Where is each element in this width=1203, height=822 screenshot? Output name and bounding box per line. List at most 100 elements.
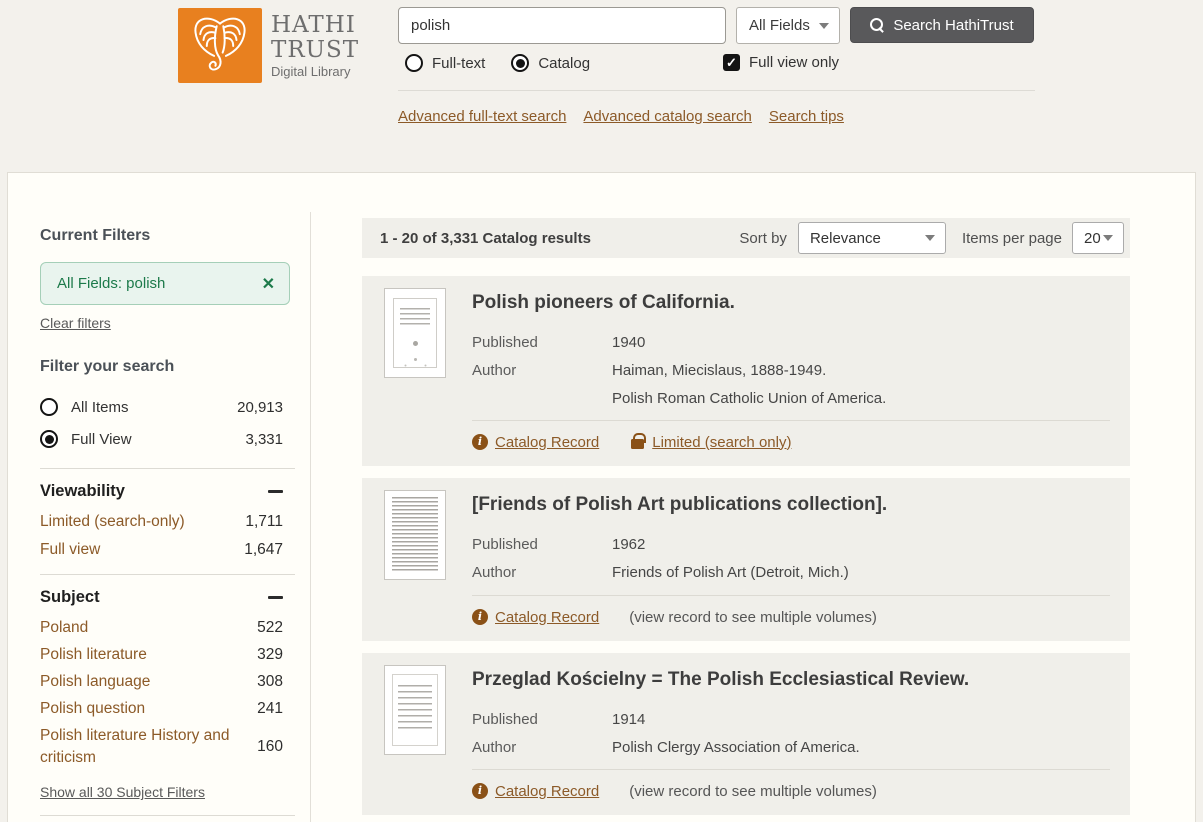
result-card: Polish pioneers of California. Published… bbox=[362, 276, 1130, 466]
card-divider bbox=[472, 769, 1110, 770]
section-divider bbox=[40, 468, 295, 469]
facet-row: Full view 1,647 bbox=[40, 539, 283, 561]
advanced-full-text-search-link[interactable]: Advanced full-text search bbox=[398, 108, 566, 125]
facet-link[interactable]: Polish literature History and criticism bbox=[40, 725, 240, 769]
result-title[interactable]: [Friends of Polish Art publications coll… bbox=[472, 494, 1110, 516]
result-details: [Friends of Polish Art publications coll… bbox=[472, 490, 1110, 628]
radio-icon[interactable] bbox=[40, 398, 58, 416]
footer-link-label[interactable]: Limited (search only) bbox=[652, 434, 791, 451]
active-filter-chip[interactable]: All Fields: polish ✕ bbox=[40, 262, 290, 305]
elephant-icon bbox=[194, 17, 246, 71]
search-type-label: Catalog bbox=[538, 54, 591, 72]
advanced-catalog-search-link[interactable]: Advanced catalog search bbox=[583, 108, 751, 125]
published-row: Published 1962 bbox=[472, 531, 1110, 559]
multiple-volumes-note: (view record to see multiple volumes) bbox=[629, 782, 877, 800]
filter-option-count: 20,913 bbox=[237, 398, 283, 416]
facet-link[interactable]: Limited (search-only) bbox=[40, 511, 185, 533]
published-value: 1940 bbox=[612, 334, 646, 351]
radio-selected-icon[interactable] bbox=[40, 430, 58, 448]
author-label: Author bbox=[472, 564, 517, 581]
filter-option-label: All Items bbox=[71, 398, 129, 416]
brand-wordmark[interactable]: HATHI TRUST Digital Library bbox=[271, 13, 359, 80]
facet-count: 308 bbox=[257, 673, 283, 690]
card-divider bbox=[472, 595, 1110, 596]
info-icon bbox=[472, 434, 488, 450]
checkbox-checked-icon[interactable] bbox=[723, 54, 740, 71]
search-type-full-text[interactable]: Full-text bbox=[405, 54, 485, 72]
search-input[interactable] bbox=[398, 7, 726, 44]
subject-section-header: Subject bbox=[40, 588, 283, 607]
filter-your-search-title: Filter your search bbox=[40, 358, 175, 375]
facet-row: Polish literature History and criticism 1… bbox=[40, 725, 283, 769]
footer-link-label[interactable]: Catalog Record bbox=[495, 609, 599, 626]
search-icon bbox=[870, 17, 885, 33]
items-per-page-label: Items per page bbox=[961, 229, 1062, 247]
brand-tagline: Digital Library bbox=[271, 64, 351, 79]
author-list: Friends of Polish Art (Detroit, Mich.) bbox=[612, 559, 849, 587]
show-all-subjects-link[interactable]: Show all 30 Subject Filters bbox=[40, 784, 205, 800]
author-row: Author Polish Clergy Association of Amer… bbox=[472, 734, 1110, 762]
footer-link-label[interactable]: Catalog Record bbox=[495, 783, 599, 800]
facet-count: 329 bbox=[257, 646, 283, 663]
book-thumbnail[interactable] bbox=[384, 288, 446, 378]
result-details: Przeglad Kościelny = The Polish Ecclesia… bbox=[472, 665, 1110, 802]
footer-link-label[interactable]: Catalog Record bbox=[495, 434, 599, 451]
sort-select[interactable]: Relevance bbox=[797, 222, 946, 254]
field-select-value: All Fields bbox=[749, 17, 810, 34]
facet-link[interactable]: Full view bbox=[40, 539, 100, 561]
facet-row: Polish literature 329 bbox=[40, 644, 283, 666]
filter-option-all-items[interactable]: All Items 20,913 bbox=[40, 391, 283, 423]
thumbnail-page bbox=[385, 491, 445, 579]
section-divider bbox=[40, 574, 295, 575]
hathitrust-logo[interactable] bbox=[178, 8, 262, 83]
search-type-catalog[interactable]: Catalog bbox=[511, 54, 590, 72]
info-icon bbox=[472, 783, 488, 799]
facet-link[interactable]: Polish language bbox=[40, 671, 150, 693]
facet-count: 522 bbox=[257, 619, 283, 636]
search-tips-link[interactable]: Search tips bbox=[769, 108, 844, 125]
search-type-label: Full-text bbox=[432, 54, 486, 72]
filter-option-full-view[interactable]: Full View 3,331 bbox=[40, 423, 283, 455]
published-value: 1962 bbox=[612, 536, 646, 553]
results-summary: 1 - 20 of 3,331 Catalog results bbox=[380, 229, 591, 247]
collapse-icon[interactable] bbox=[268, 490, 283, 493]
catalog-record-link[interactable]: Catalog Record bbox=[472, 434, 599, 451]
author-label: Author bbox=[472, 739, 517, 756]
remove-filter-icon[interactable]: ✕ bbox=[262, 274, 275, 294]
availability-link[interactable]: Limited (search only) bbox=[629, 432, 791, 451]
full-view-only-option[interactable]: Full view only bbox=[723, 54, 839, 71]
field-select[interactable]: All Fields bbox=[736, 7, 840, 44]
chevron-down-icon bbox=[924, 235, 935, 241]
facet-count: 1,647 bbox=[244, 541, 283, 558]
result-title[interactable]: Przeglad Kościelny = The Polish Ecclesia… bbox=[472, 669, 1110, 691]
card-footer: Catalog Record (view record to see multip… bbox=[472, 606, 1110, 628]
radio-selected-icon[interactable] bbox=[511, 54, 530, 72]
facet-link[interactable]: Polish literature bbox=[40, 644, 147, 666]
lock-icon bbox=[631, 432, 647, 449]
facet-count: 1,711 bbox=[245, 513, 283, 530]
brand-line-1: HATHI bbox=[271, 12, 356, 38]
book-thumbnail[interactable] bbox=[384, 490, 446, 580]
facet-link[interactable]: Poland bbox=[40, 617, 88, 639]
full-view-only-label: Full view only bbox=[749, 54, 840, 71]
author-label: Author bbox=[472, 362, 517, 379]
catalog-record-link[interactable]: Catalog Record bbox=[472, 609, 599, 626]
result-title[interactable]: Polish pioneers of California. bbox=[472, 292, 1110, 314]
result-details: Polish pioneers of California. Published… bbox=[472, 288, 1110, 453]
book-thumbnail[interactable] bbox=[384, 665, 446, 755]
search-button[interactable]: Search HathiTrust bbox=[850, 7, 1034, 43]
chevron-down-icon bbox=[819, 22, 829, 29]
viewability-list: Limited (search-only) 1,711 Full view 1,647 bbox=[40, 511, 295, 561]
collapse-icon[interactable] bbox=[268, 596, 283, 599]
published-row: Published 1940 bbox=[472, 329, 1110, 357]
author-list: Polish Clergy Association of America. bbox=[612, 734, 860, 762]
clear-filters-link[interactable]: Clear filters bbox=[40, 315, 111, 331]
catalog-record-link[interactable]: Catalog Record bbox=[472, 783, 599, 800]
radio-icon[interactable] bbox=[405, 54, 423, 72]
result-card: Przeglad Kościelny = The Polish Ecclesia… bbox=[362, 653, 1130, 815]
section-divider bbox=[40, 815, 295, 816]
filter-option-label: Full View bbox=[71, 430, 132, 448]
facet-link[interactable]: Polish question bbox=[40, 698, 145, 720]
author-name: Haiman, Miecislaus, 1888-1949. bbox=[612, 362, 827, 379]
items-per-page-select[interactable]: 20 bbox=[1072, 222, 1124, 254]
